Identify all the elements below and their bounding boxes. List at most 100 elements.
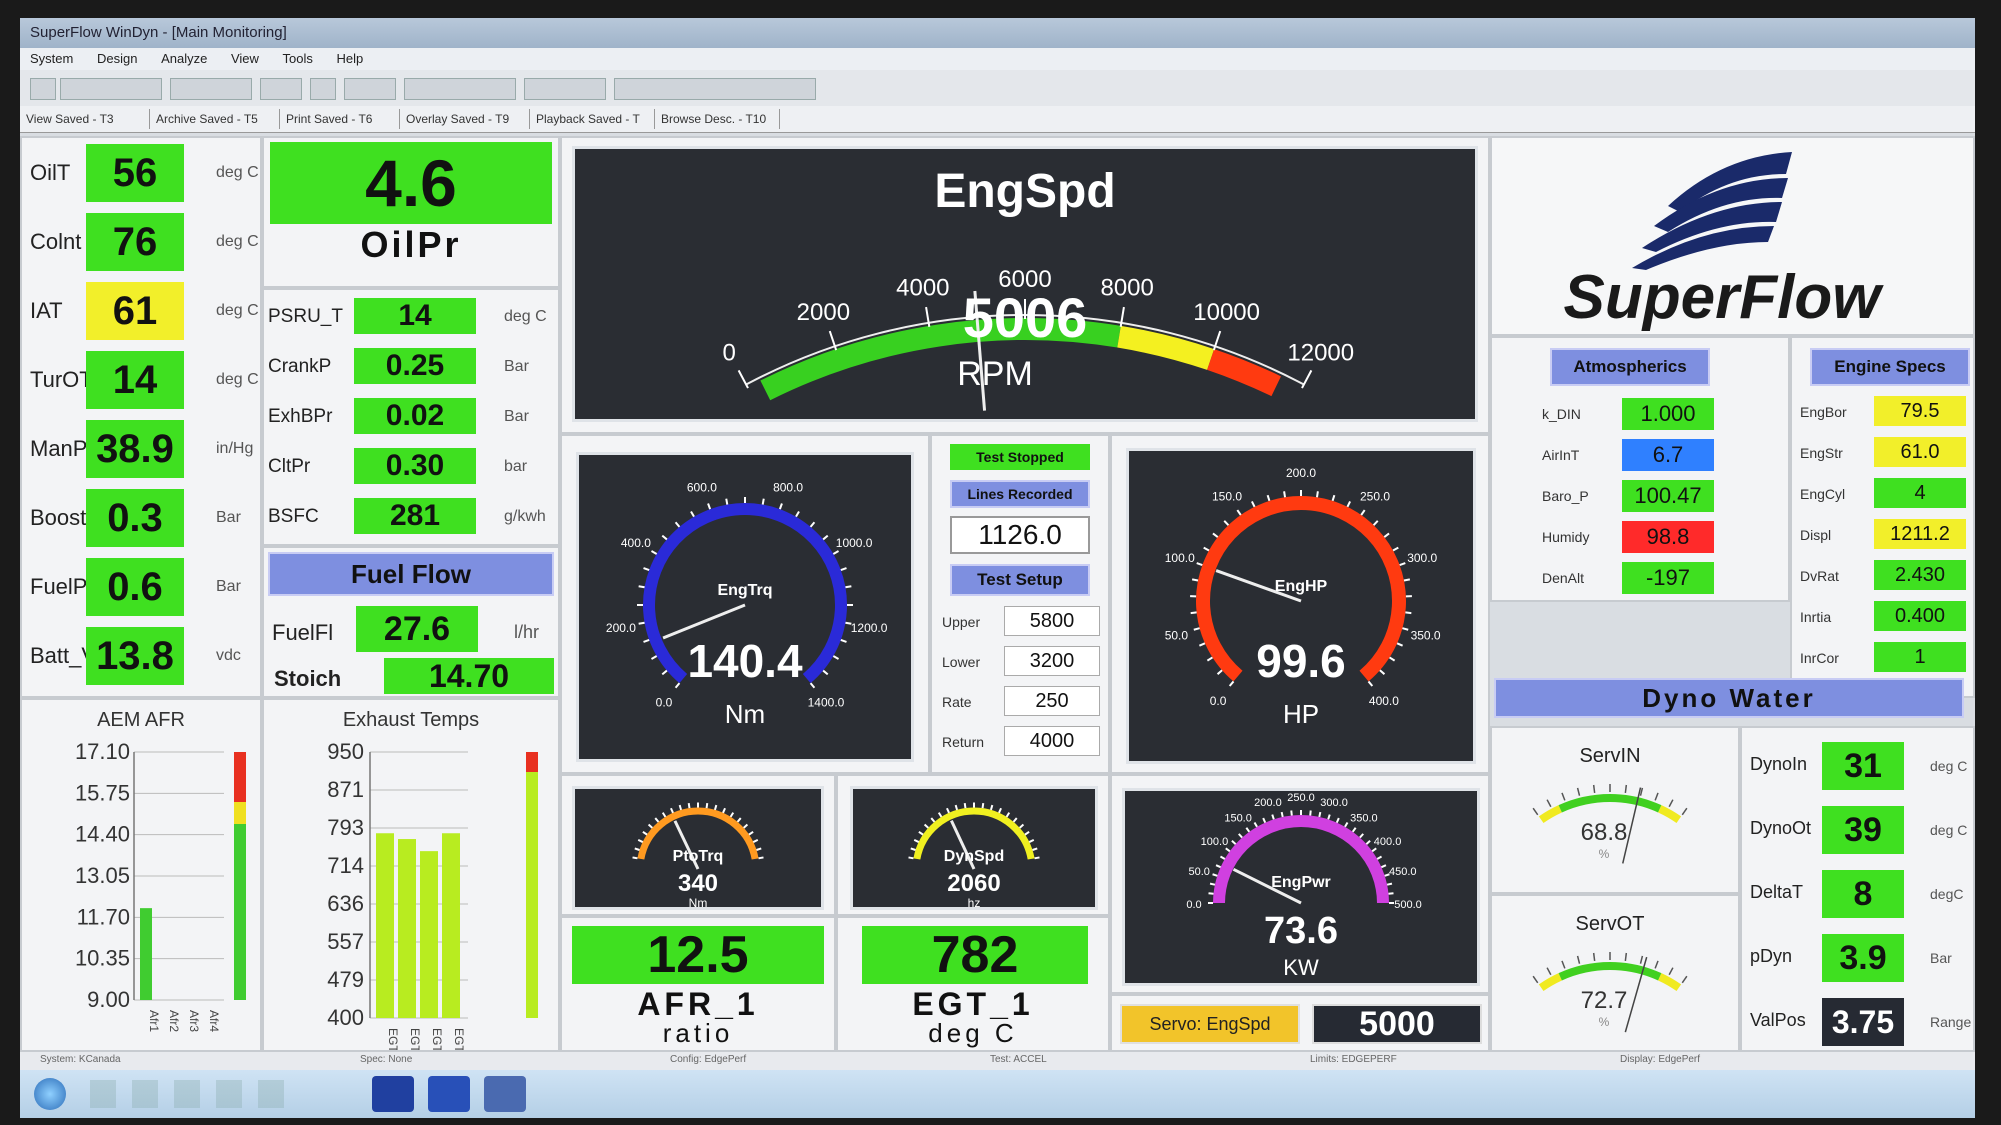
start-button-icon[interactable] (34, 1078, 66, 1110)
stoich-label: Stoich (274, 666, 342, 691)
enghp-gauge-frame: 0.0 50.0 100.0 150.0 200.0 250.0 300.0 350.0 400… (1126, 448, 1476, 764)
servin-tick (1681, 807, 1688, 816)
test-panel: Test Stopped Lines Recorded 1126.0 Test … (930, 434, 1110, 774)
menu-view[interactable]: View (221, 48, 269, 69)
dynspd-tick (913, 838, 920, 843)
ptotrq-tick (642, 830, 648, 836)
sensor-value: 0.25 (354, 348, 476, 384)
monitor-app-icon[interactable] (484, 1076, 526, 1112)
enghp-tick (1212, 532, 1219, 538)
enghp-tick (1392, 546, 1399, 552)
engtrq-tick (809, 521, 816, 528)
engpwr-tick (1290, 810, 1293, 816)
enghp-tick-label: 350.0 (1411, 628, 1441, 642)
sensor-unit: Bar (216, 578, 241, 595)
toolbar-button-1[interactable] (30, 78, 56, 100)
dynspd-unit: hz (968, 896, 981, 907)
engine-spec-value: 4 (1874, 478, 1966, 508)
superflow-app-icon-2[interactable] (428, 1076, 470, 1112)
quick-launch-icons[interactable] (90, 1080, 290, 1108)
sensor-label: TurOT (30, 367, 93, 392)
menu-help[interactable]: Help (327, 48, 374, 69)
ptotrq-tick (748, 830, 754, 836)
oil-pressure-label: OilPr (360, 224, 462, 265)
servot-tick (1576, 955, 1581, 964)
engpwr-tick (1238, 833, 1243, 839)
sensor-value: 76 (86, 213, 184, 271)
aem-afr-tick-label: 10.35 (75, 946, 130, 971)
dynspd-tick (1024, 830, 1030, 836)
toolbar-group-7[interactable] (614, 78, 816, 100)
engspd-tick-label: 8000 (1100, 274, 1153, 301)
test-setup-button[interactable]: Test Setup (950, 564, 1090, 596)
engpwr-tick (1376, 855, 1383, 860)
toolbar-group-2[interactable] (170, 78, 252, 100)
browse-desc-tab[interactable]: Browse Desc. - T10 (655, 109, 780, 129)
overlay-saved-tab[interactable]: Overlay Saved - T9 (400, 109, 530, 129)
servot-yellow-band (1538, 973, 1562, 992)
menu-design[interactable]: Design (87, 48, 147, 69)
sensor-unit: bar (504, 458, 528, 475)
toolbar-group-1[interactable] (60, 78, 162, 100)
engpwr-tick (1262, 817, 1267, 824)
dyno-water-header: Dyno Water (1494, 678, 1964, 718)
servo-mode-label[interactable]: Servo: EngSpd (1120, 1004, 1300, 1044)
engpwr-tick-label: 250.0 (1287, 792, 1315, 804)
print-saved-tab[interactable]: Print Saved - T6 (280, 109, 400, 129)
exhaust-tick-label: 793 (327, 815, 364, 840)
enghp-tick (1216, 669, 1223, 675)
toolbar-group-6[interactable] (524, 78, 606, 100)
engtrq-tick (643, 638, 650, 643)
engine-specs-header: Engine Specs (1810, 348, 1970, 386)
sensor-value: 281 (354, 498, 476, 534)
enghp-tick-label: 50.0 (1165, 628, 1189, 642)
engtrq-tick (822, 534, 829, 541)
servot-unit: % (1599, 1015, 1610, 1029)
engspd-gauge-frame: 0 2000 4000 6000 8000 10000 12000 EngSpd 5006 RPM (572, 146, 1478, 422)
enghp-tick-label: 200.0 (1286, 466, 1316, 480)
test-row-value[interactable]: 3200 (1004, 646, 1100, 676)
test-row-value[interactable]: 5800 (1004, 606, 1100, 636)
engtrq-title: EngTrq (717, 582, 772, 599)
engpwr-tick-label: 200.0 (1254, 797, 1282, 809)
superflow-app-icon[interactable] (372, 1076, 414, 1112)
dyno-water-label: DynoOt (1750, 818, 1812, 838)
ptotrq-tick (661, 812, 667, 818)
toolbar-group-5[interactable] (404, 78, 516, 100)
test-row-value[interactable]: 4000 (1004, 726, 1100, 756)
enghp-tick (1236, 509, 1242, 516)
engtrq-tick (809, 682, 816, 689)
enghp-tick (1266, 494, 1271, 502)
aem-afr-chart: AEM AFR 17.10 15.75 14.40 13.05 11.70 10.35 9.0… (75, 709, 246, 1032)
status-config: Config: EdgePerf (670, 1054, 747, 1065)
enghp-tick (1396, 642, 1404, 647)
menu-tools[interactable]: Tools (273, 48, 323, 69)
engtrq-tick (761, 498, 765, 505)
servo-setpoint-value[interactable]: 5000 (1312, 1004, 1482, 1044)
menu-analyze[interactable]: Analyze (151, 48, 217, 69)
ptotrq-tick (670, 807, 674, 814)
engpwr-tick (1271, 814, 1275, 820)
test-row-value[interactable]: 250 (1004, 686, 1100, 716)
playback-saved-tab[interactable]: Playback Saved - T (530, 109, 655, 129)
toolbar-group-4[interactable] (344, 78, 396, 100)
test-row-label: Rate (942, 694, 972, 710)
oil-pressure-panel: 4.6 OilPr (262, 136, 560, 288)
servin-value: 68.8 (1581, 819, 1628, 846)
toolbar-group-3[interactable] (260, 78, 302, 100)
servot-title: ServOT (1576, 913, 1645, 935)
enghp-tick (1372, 520, 1379, 526)
toolbar-button-2[interactable] (310, 78, 336, 100)
archive-saved-tab[interactable]: Archive Saved - T5 (150, 109, 280, 129)
ptotrq-tick (637, 838, 644, 843)
sensor-value: 0.6 (86, 558, 184, 616)
engtrq-tick (832, 550, 840, 555)
view-saved-tab[interactable]: View Saved - T3 (20, 109, 150, 129)
menu-bar: System Design Analyze View Tools Help (20, 48, 1975, 70)
menu-system[interactable]: System (20, 48, 83, 69)
servin-tick (1561, 792, 1566, 801)
sensor-label: PSRU_T (268, 306, 343, 327)
servin-tick (1592, 784, 1596, 794)
servot-tick (1546, 967, 1552, 976)
sensor-unit: deg C (216, 233, 259, 250)
